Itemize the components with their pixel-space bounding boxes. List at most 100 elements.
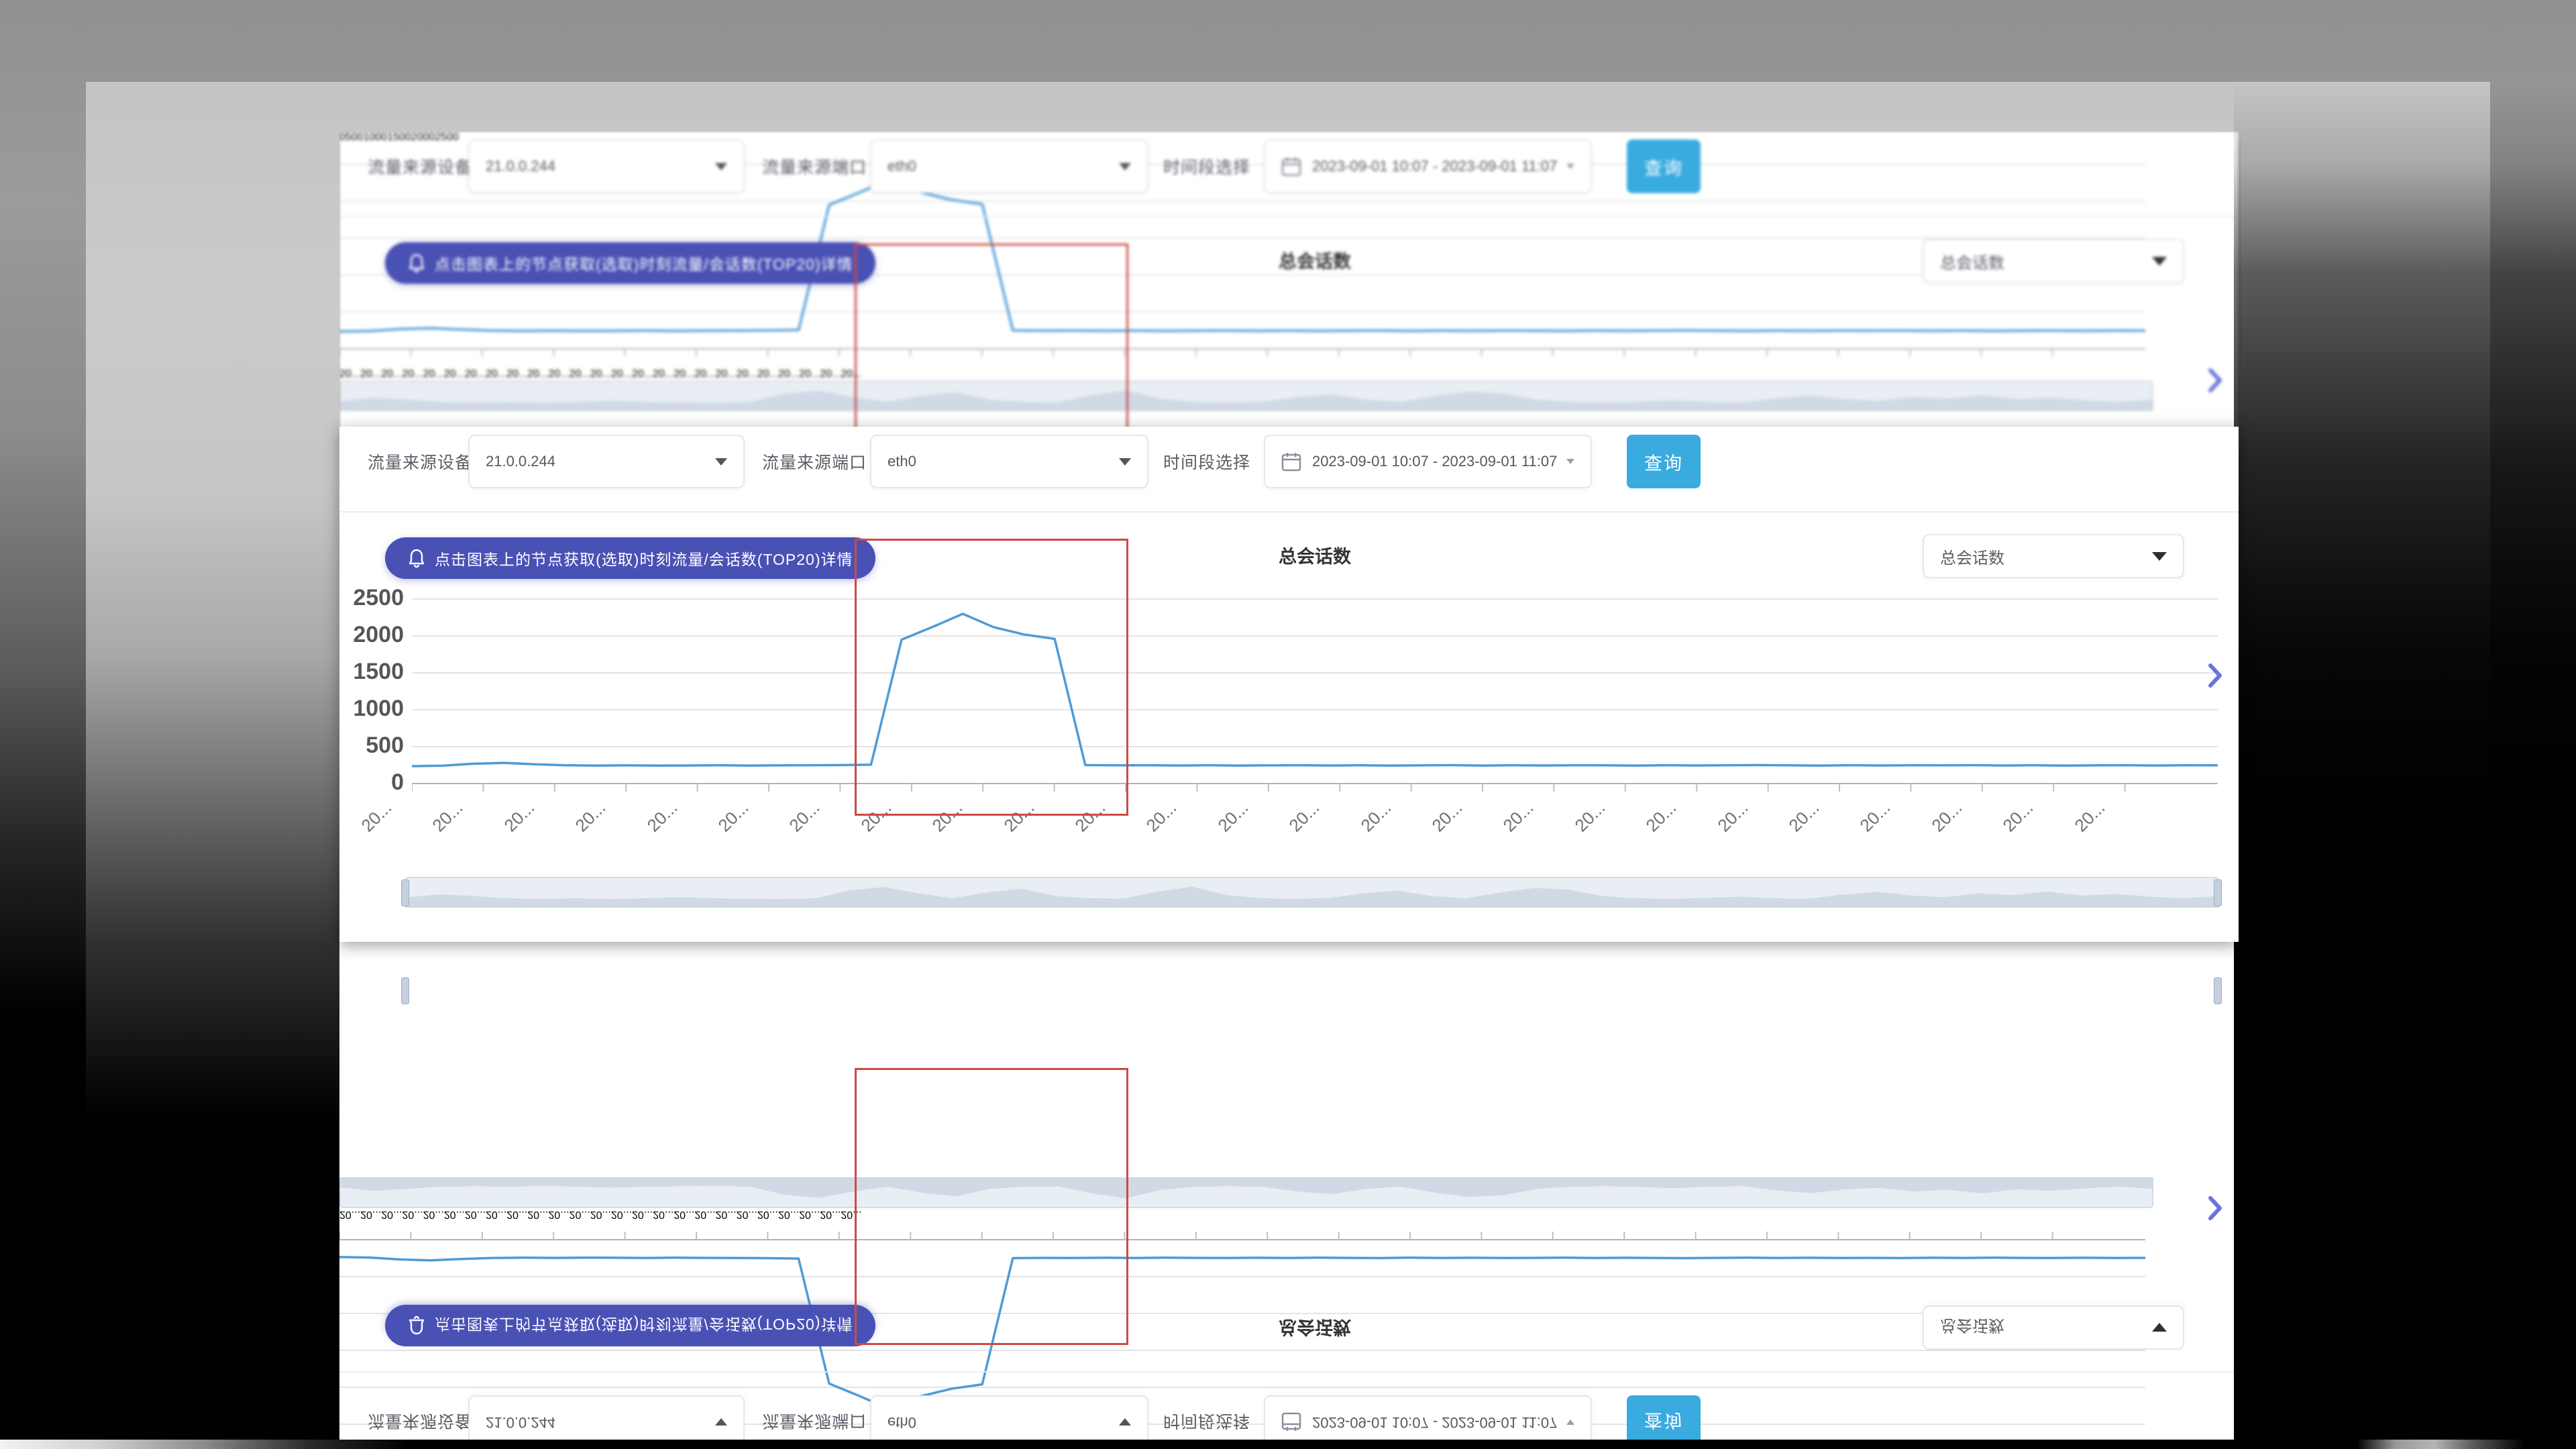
y-tick-label: 2500 (339, 585, 404, 611)
port-select-label: 流量来源端口 (762, 140, 867, 193)
x-tick-label: 20... (778, 368, 799, 380)
traffic-query-panel: 流量来源设备 21.0.0.244 流量来源端口 eth0 时间段选择 2023… (339, 427, 2239, 942)
x-tick-label: 20... (339, 368, 360, 380)
x-tick-label: 20... (1499, 798, 1538, 837)
device-select-value: 21.0.0.244 (486, 158, 715, 175)
x-tick-label: 20... (674, 1209, 694, 1220)
x-tick-label: 20... (653, 1209, 674, 1220)
calendar-icon (1281, 451, 1301, 472)
background-page-dimmed: 流量来源设备 21.0.0.244 流量来源端口 eth0 时间段选择 2023… (339, 131, 2241, 427)
y-tick-label: 1500 (339, 659, 404, 685)
x-tick-label: 20... (506, 368, 527, 380)
x-tick-label: 20... (590, 1209, 611, 1220)
x-tick-label: 20... (572, 798, 610, 837)
device-select-label: 流量来源设备 (368, 435, 472, 488)
metric-select-value: 总会话数 (1940, 545, 2152, 568)
x-tick-label: 20... (820, 1209, 841, 1220)
metric-select-value: 总会话数 (1940, 250, 2152, 273)
x-tick-label: 20... (757, 368, 778, 380)
x-tick-label: 20... (632, 368, 653, 380)
chevron-down-icon (1119, 1419, 1131, 1426)
x-tick-label: 20... (1784, 798, 1823, 837)
x-tick-label: 20... (737, 368, 757, 380)
x-tick-label: 20... (1142, 798, 1181, 837)
chevron-down-icon (1119, 163, 1131, 170)
datazoom-handle-left[interactable] (401, 879, 409, 906)
x-tick-label: 20... (1570, 798, 1609, 837)
port-select-label: 流量来源端口 (762, 435, 867, 488)
x-tick-label: 20... (423, 1209, 444, 1220)
x-tick-label: 20... (653, 368, 674, 380)
port-select: eth0 (870, 140, 1148, 193)
y-axis-labels: 05001000150020002500 (339, 578, 404, 800)
panel-reflection: 流量来源设备 21.0.0.244 流量来源端口 eth0 时间段选择 2023… (339, 942, 2241, 1449)
x-tick-label: 20... (1927, 798, 1966, 837)
x-tick-label: 20... (527, 1209, 548, 1220)
query-button[interactable]: 查询 (1627, 435, 1701, 488)
x-tick-label: 20... (423, 368, 444, 380)
x-tick-label: 20... (643, 798, 682, 837)
caret-icon (1566, 459, 1574, 464)
x-tick-label: 20... (757, 1209, 778, 1220)
line-chart (412, 578, 2218, 800)
datazoom-handle-right[interactable] (2214, 879, 2222, 906)
time-range-label: 时间段选择 (1163, 435, 1250, 488)
chevron-down-icon (2152, 552, 2167, 561)
x-tick-label: 20... (1285, 798, 1324, 837)
x-tick-label: 20... (1999, 798, 2038, 837)
filter-bar: 流量来源设备 21.0.0.244 流量来源端口 eth0 时间段选择 2023… (339, 1371, 2239, 1449)
x-tick-label: 20... (1642, 798, 1681, 837)
x-tick-label: 20... (799, 1209, 820, 1220)
x-tick-label: 20... (357, 798, 396, 837)
time-range-value: 2023-09-01 10:07 - 2023-09-01 11:07 (1312, 1413, 1566, 1431)
x-tick-label: 20... (465, 1209, 486, 1220)
filter-bar: 流量来源设备 21.0.0.244 流量来源端口 eth0 时间段选择 2023… (339, 131, 2239, 217)
calendar-icon (1281, 156, 1301, 176)
device-select-label: 流量来源设备 (368, 140, 472, 193)
traffic-query-panel: 流量来源设备 21.0.0.244 流量来源端口 eth0 时间段选择 2023… (339, 942, 2239, 1449)
port-select-value: eth0 (888, 1413, 1119, 1431)
traffic-query-panel: 流量来源设备 21.0.0.244 流量来源端口 eth0 时间段选择 2023… (339, 131, 2239, 427)
x-tick-label: 20... (402, 368, 423, 380)
x-tick-label: 20... (486, 368, 506, 380)
metric-select: 总会话数 (1923, 239, 2184, 283)
x-tick-label: 20... (527, 368, 548, 380)
x-tick-label: 20... (360, 368, 381, 380)
x-tick-label: 20... (611, 1209, 632, 1220)
metric-select[interactable]: 总会话数 (1923, 534, 2184, 578)
datazoom-handle-right (2214, 977, 2222, 1004)
y-tick-label: 2000 (339, 622, 404, 648)
chevron-down-icon (715, 458, 727, 466)
x-tick-label: 20... (486, 1209, 506, 1220)
calendar-icon (1281, 1412, 1301, 1432)
x-tick-label: 20... (778, 1209, 799, 1220)
datazoom-slider[interactable] (405, 877, 2219, 908)
caret-icon (1566, 164, 1574, 169)
x-tick-label: 20... (786, 798, 824, 837)
port-select-value: eth0 (888, 158, 1119, 175)
port-select[interactable]: eth0 (870, 435, 1148, 488)
x-tick-label: 20... (402, 1209, 423, 1220)
x-axis-labels: 20...20...20...20...20...20...20...20...… (339, 368, 2239, 380)
next-arrow-icon (2207, 1195, 2223, 1221)
metric-select: 总会话数 (1923, 1305, 2184, 1350)
query-button: 查询 (1627, 140, 1701, 193)
chevron-down-icon (715, 1419, 727, 1426)
x-tick-label: 20... (1856, 798, 1895, 837)
chevron-down-icon (715, 163, 727, 170)
time-range-picker[interactable]: 2023-09-01 10:07 - 2023-09-01 11:07 (1264, 435, 1592, 488)
x-tick-label: 20... (737, 1209, 757, 1220)
next-arrow-icon[interactable] (2207, 663, 2223, 688)
device-select[interactable]: 21.0.0.244 (468, 435, 745, 488)
x-tick-label: 20... (799, 368, 820, 380)
x-tick-label: 20... (1214, 798, 1252, 837)
x-tick-label: 20... (570, 1209, 590, 1220)
x-tick-label: 20... (360, 1209, 381, 1220)
x-tick-label: 20... (444, 1209, 465, 1220)
filter-bar: 流量来源设备 21.0.0.244 流量来源端口 eth0 时间段选择 2023… (339, 427, 2239, 513)
x-tick-label: 20... (694, 368, 715, 380)
x-tick-label: 20... (1713, 798, 1752, 837)
x-tick-label: 20... (590, 368, 611, 380)
device-select-value: 21.0.0.244 (486, 1413, 715, 1431)
x-tick-label: 20... (820, 368, 841, 380)
